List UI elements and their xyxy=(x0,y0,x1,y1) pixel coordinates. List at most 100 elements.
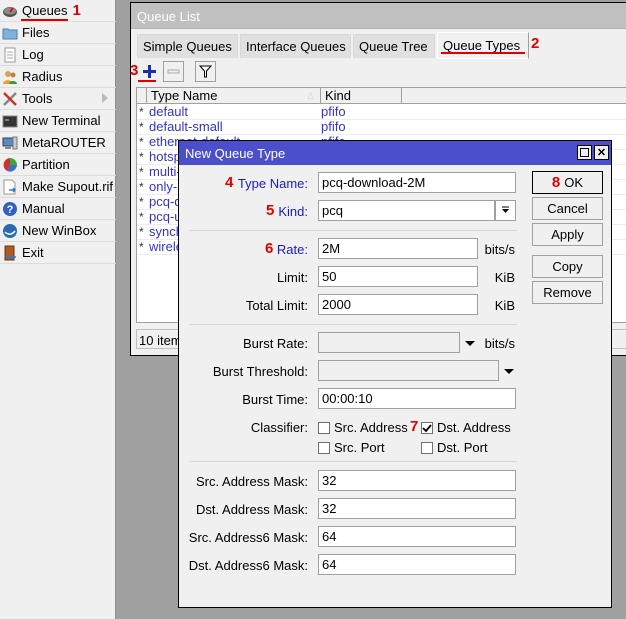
filter-icon xyxy=(199,65,212,78)
total-limit-unit: KiB xyxy=(475,298,515,313)
sidebar-menu: Queues 1 Files Log Radius Tools New Term… xyxy=(0,0,116,619)
column-header-empty xyxy=(402,88,626,104)
submenu-arrow-icon xyxy=(102,93,108,103)
annotation-underline xyxy=(441,52,525,54)
separator xyxy=(189,230,517,231)
sidebar-item-new-terminal[interactable]: New Terminal xyxy=(0,110,116,132)
tab-simple-queues[interactable]: Simple Queues xyxy=(137,34,238,58)
document-export-icon xyxy=(2,179,18,195)
sort-asc-icon: △ xyxy=(307,88,314,103)
sidebar-item-log[interactable]: Log xyxy=(0,44,116,66)
annotation-4: 4 xyxy=(225,174,233,191)
total-limit-input[interactable]: 2000 xyxy=(318,294,478,315)
burst-rate-dropdown-icon[interactable] xyxy=(465,341,475,346)
remove-button[interactable]: Remove xyxy=(532,281,603,304)
default-marker: * xyxy=(139,210,144,224)
sidebar-item-partition[interactable]: Partition xyxy=(0,154,116,176)
limit-label: Limit: xyxy=(277,270,308,285)
dst-port-checkbox[interactable] xyxy=(421,442,433,454)
sidebar-item-label: Radius xyxy=(22,69,62,84)
annotation-2: 2 xyxy=(531,35,539,52)
burst-threshold-input[interactable] xyxy=(318,360,499,381)
sidebar-item-make-supout[interactable]: Make Supout.rif xyxy=(0,176,116,198)
tab-queue-types[interactable]: Queue Types xyxy=(437,32,529,59)
tab-interface-queues[interactable]: Interface Queues xyxy=(240,34,351,58)
dst-address-label: Dst. Address xyxy=(437,420,511,435)
column-header-type-name[interactable]: Type Name △ xyxy=(147,88,321,104)
sidebar-item-radius[interactable]: Radius xyxy=(0,66,116,88)
rate-label: Rate: xyxy=(277,242,308,257)
tab-queue-tree[interactable]: Queue Tree xyxy=(353,34,435,58)
terminal-icon xyxy=(2,113,18,129)
add-button[interactable] xyxy=(139,61,160,82)
copy-button[interactable]: Copy xyxy=(532,255,603,278)
dropdown-arrow-icon xyxy=(501,206,510,215)
sidebar-item-tools[interactable]: Tools xyxy=(0,88,116,110)
src-port-label: Src. Port xyxy=(334,440,385,455)
src-address-label: Src. Address xyxy=(334,420,408,435)
sidebar-item-label: Files xyxy=(22,25,49,40)
burst-threshold-label: Burst Threshold: xyxy=(213,364,308,379)
src-address-checkbox[interactable] xyxy=(318,422,330,434)
limit-unit: KiB xyxy=(475,270,515,285)
type-name-cell: default-small xyxy=(149,120,223,134)
sidebar-item-files[interactable]: Files xyxy=(0,22,116,44)
pie-chart-icon xyxy=(2,157,18,173)
window-title: Queue List xyxy=(131,3,626,29)
type-name-label: Type Name: xyxy=(238,176,308,191)
rate-input[interactable]: 2M xyxy=(318,238,478,259)
maximize-button[interactable] xyxy=(577,145,592,160)
dst-address-checkbox[interactable] xyxy=(421,422,433,434)
type-name-input[interactable]: pcq-download-2M xyxy=(318,172,516,193)
src-address-mask-label: Src. Address Mask: xyxy=(196,474,308,489)
annotation-1: 1 xyxy=(73,2,81,19)
kind-select[interactable]: pcq xyxy=(318,200,495,221)
sidebar-item-label: Exit xyxy=(22,245,44,260)
burst-rate-unit: bits/s xyxy=(475,336,515,351)
column-header-label: Type Name xyxy=(151,88,217,103)
table-row[interactable]: *default-smallpfifo xyxy=(137,120,626,135)
annotation-5: 5 xyxy=(266,202,274,219)
sidebar-item-manual[interactable]: ? Manual xyxy=(0,198,116,220)
filter-button[interactable] xyxy=(195,61,216,82)
plus-icon xyxy=(143,65,156,78)
separator xyxy=(189,461,517,462)
kind-dropdown-button[interactable] xyxy=(495,200,516,221)
help-icon: ? xyxy=(2,201,18,217)
remove-button[interactable] xyxy=(163,61,184,82)
sidebar-item-metarouter[interactable]: MetaROUTER xyxy=(0,132,116,154)
annotation-6: 6 xyxy=(265,240,273,257)
svg-text:?: ? xyxy=(7,204,14,216)
total-limit-label: Total Limit: xyxy=(246,298,308,313)
kind-cell: pfifo xyxy=(321,120,346,134)
rate-unit: bits/s xyxy=(475,242,515,257)
src-address-mask-input[interactable]: 32 xyxy=(318,470,516,491)
sidebar-item-label: Queues xyxy=(22,3,68,18)
row-marker-header xyxy=(137,88,147,104)
queues-icon xyxy=(2,3,18,19)
ok-button[interactable]: 8OK xyxy=(532,171,603,194)
dst-address-mask-input[interactable]: 32 xyxy=(318,498,516,519)
src-port-checkbox[interactable] xyxy=(318,442,330,454)
close-icon: ✕ xyxy=(597,146,606,159)
burst-threshold-dropdown-icon[interactable] xyxy=(504,369,514,374)
maximize-icon xyxy=(580,148,589,157)
sidebar-item-exit[interactable]: Exit xyxy=(0,242,116,264)
cancel-button[interactable]: Cancel xyxy=(532,197,603,220)
burst-rate-label: Burst Rate: xyxy=(243,336,308,351)
dst-address6-mask-input[interactable]: 64 xyxy=(318,554,516,575)
column-header-kind[interactable]: Kind xyxy=(321,88,402,104)
burst-rate-input[interactable] xyxy=(318,332,460,353)
default-marker: * xyxy=(139,225,144,239)
limit-input[interactable]: 50 xyxy=(318,266,478,287)
sidebar-item-new-winbox[interactable]: New WinBox xyxy=(0,220,116,242)
burst-time-input[interactable]: 00:00:10 xyxy=(318,388,516,409)
ok-label: OK xyxy=(564,175,583,190)
apply-button[interactable]: Apply xyxy=(532,223,603,246)
src-address6-mask-input[interactable]: 64 xyxy=(318,526,516,547)
close-button[interactable]: ✕ xyxy=(594,145,609,160)
default-marker: * xyxy=(139,195,144,209)
table-row[interactable]: *defaultpfifo xyxy=(137,105,626,120)
exit-door-icon xyxy=(2,245,18,261)
default-marker: * xyxy=(139,105,144,119)
